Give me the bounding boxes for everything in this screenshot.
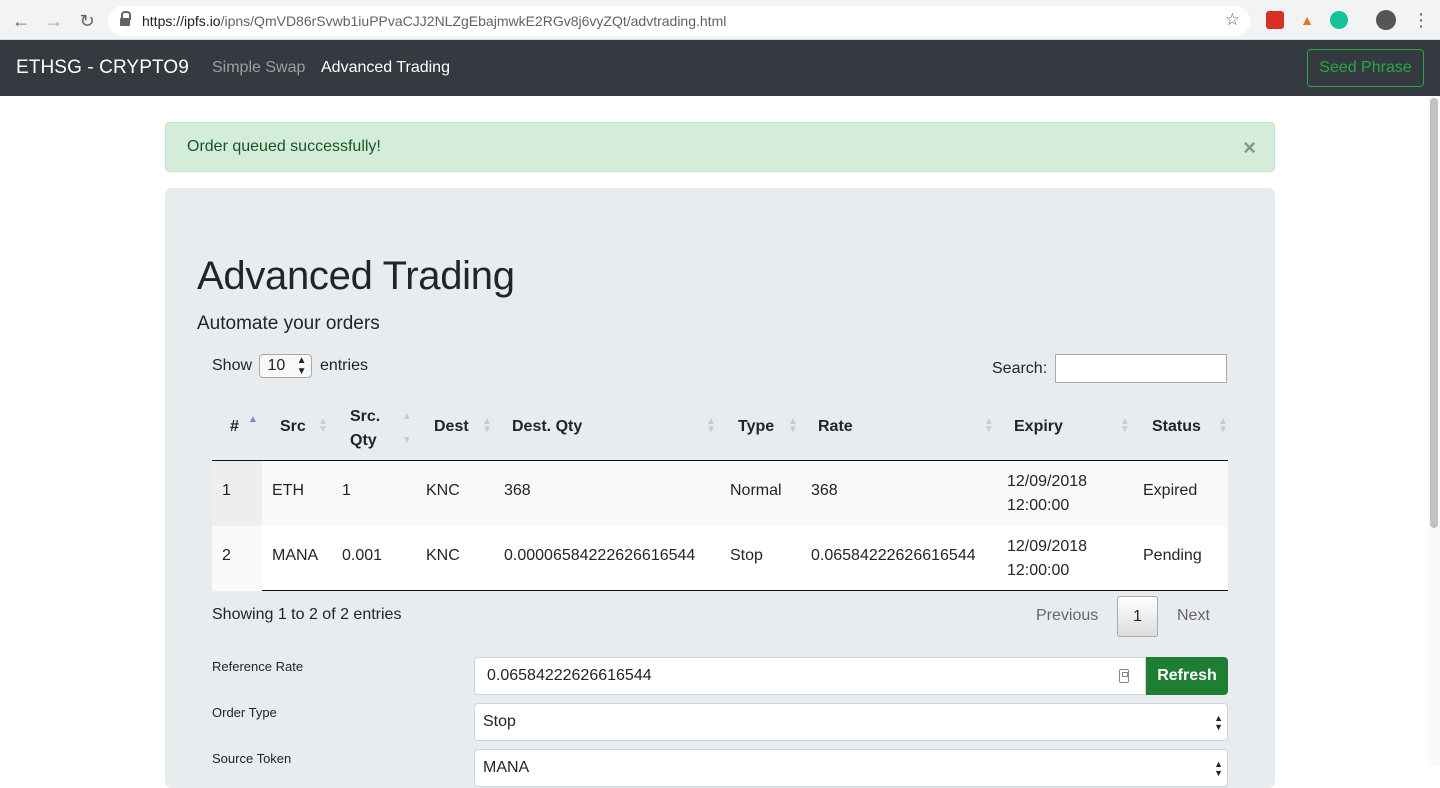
success-alert: Order queued successfully! × (165, 122, 1275, 172)
cell-type: Normal (730, 482, 782, 499)
seed-phrase-button[interactable]: Seed Phrase (1307, 49, 1424, 87)
avatar[interactable] (1376, 10, 1396, 30)
browser-toolbar: ← → ↻ https://ipfs.io/ipns/QmVD86rSvwb1i… (0, 0, 1440, 40)
close-icon[interactable]: × (1243, 135, 1256, 161)
cell-expiry: 12/09/2018 12:00:00 (1007, 473, 1088, 514)
sort-icon: ▲ ▼ (788, 416, 798, 435)
cell-number: 1 (222, 482, 231, 499)
url-text: https://ipfs.io/ipns/QmVD86rSvwb1iuPPvaC… (142, 13, 727, 29)
cell-dest-qty: 0.00006584222626616544 (504, 547, 696, 564)
navbar: ETHSG - CRYPTO9 Simple Swap Advanced Tra… (0, 40, 1440, 96)
cell-dest: KNC (426, 547, 460, 564)
cell-src-qty: 1 (342, 482, 351, 499)
column-header-dest[interactable]: Dest ▲ ▼ (416, 396, 494, 460)
column-header-dest-qty[interactable]: Dest. Qty ▲ ▼ (494, 396, 720, 460)
show-label: Show (212, 357, 253, 375)
grammarly-icon[interactable] (1330, 11, 1348, 29)
sort-icon: ▲ ▼ (984, 416, 994, 435)
lock-icon (120, 11, 131, 27)
table-row: 1 ETH 1 KNC 368 Normal 368 12/09/2018 12… (212, 461, 1228, 526)
sort-icon: ▲ ▼ (402, 411, 412, 446)
search-label: Search: (992, 360, 1048, 377)
metamask-fox-icon[interactable]: ▲ (1298, 11, 1316, 29)
source-token-select[interactable]: MANA ▲ ▼ (474, 749, 1228, 787)
cell-dest: KNC (426, 482, 460, 499)
table-header: # ▲ Src ▲ ▼ Src. Qty ▲ ▼ Dest ▲ ▼ Dest. Qty ▲ ▼ T… (212, 396, 1228, 461)
cell-src: ETH (272, 482, 304, 499)
sort-icon: ▲ ▼ (318, 416, 328, 435)
nav-advanced-trading[interactable]: Advanced Trading (321, 59, 450, 77)
calculator-icon (1119, 669, 1129, 683)
reload-icon[interactable]: ↻ (76, 10, 98, 32)
refresh-button[interactable]: Refresh (1146, 657, 1228, 695)
column-header-rate[interactable]: Rate ▲ ▼ (800, 396, 996, 460)
forward-arrow-icon[interactable]: → (43, 10, 65, 32)
reference-rate-input[interactable]: 0.06584222626616544 (474, 657, 1146, 695)
entries-label: entries (319, 357, 368, 375)
sorted-column-cell (212, 461, 262, 526)
entries-select[interactable]: 10 ▲ ▼ (259, 354, 313, 378)
sorted-column-cell (212, 526, 262, 591)
select-arrows-icon: ▲ ▼ (296, 355, 307, 377)
entries-length-control: Show 10 ▲ ▼ entries (212, 354, 368, 378)
alert-message: Order queued successfully! (187, 138, 381, 155)
cell-src-qty: 0.001 (342, 547, 383, 564)
sort-icon: ▲ ▼ (1218, 416, 1228, 435)
order-type-select[interactable]: Stop ▲ ▼ (474, 703, 1228, 741)
column-header-expiry[interactable]: Expiry ▲ ▼ (996, 396, 1132, 460)
column-header-src[interactable]: Src ▲ ▼ (262, 396, 340, 460)
column-header-src-qty[interactable]: Src. Qty ▲ ▼ (340, 396, 416, 460)
page-scrollbar[interactable] (1428, 96, 1440, 767)
cell-status: Pending (1143, 547, 1202, 564)
nav-simple-swap[interactable]: Simple Swap (212, 59, 305, 77)
pagination-page-1[interactable]: 1 (1117, 596, 1158, 637)
column-header-type[interactable]: Type ▲ ▼ (720, 396, 800, 460)
scrollbar-thumb[interactable] (1430, 98, 1438, 528)
pagination-next[interactable]: Next (1177, 607, 1210, 625)
cell-status: Expired (1143, 482, 1198, 499)
sort-icon: ▲ ▼ (706, 416, 716, 435)
reference-rate-label: Reference Rate (212, 659, 304, 674)
jumbotron: Advanced Trading Automate your orders Sh… (165, 188, 1275, 788)
table-info: Showing 1 to 2 of 2 entries (212, 606, 402, 623)
more-vertical-icon[interactable]: ⋮ (1412, 8, 1430, 32)
table-row: 2 MANA 0.001 KNC 0.00006584222626616544 … (212, 526, 1228, 591)
address-bar[interactable]: https://ipfs.io/ipns/QmVD86rSvwb1iuPPvaC… (108, 6, 1250, 36)
extension-icon[interactable] (1266, 11, 1284, 29)
search-input[interactable] (1055, 354, 1227, 383)
cell-expiry: 12/09/2018 12:00:00 (1007, 538, 1088, 579)
select-arrows-icon: ▲ ▼ (1214, 759, 1223, 778)
page-title: Advanced Trading (197, 254, 515, 298)
back-arrow-icon[interactable]: ← (10, 10, 32, 32)
source-token-label: Source Token (212, 751, 292, 766)
page-subtitle: Automate your orders (197, 313, 380, 334)
orders-table: # ▲ Src ▲ ▼ Src. Qty ▲ ▼ Dest ▲ ▼ Dest. Qty ▲ ▼ T… (212, 396, 1228, 591)
cell-number: 2 (222, 547, 231, 564)
bookmark-star-icon[interactable]: ☆ (1225, 10, 1240, 30)
sort-icon: ▲ ▼ (1120, 416, 1130, 435)
cell-src: MANA (272, 547, 319, 564)
cell-dest-qty: 368 (504, 482, 531, 499)
select-arrows-icon: ▲ ▼ (1214, 713, 1223, 732)
column-header-status[interactable]: Status ▲ ▼ (1132, 396, 1228, 460)
cell-rate: 0.06584222626616544 (811, 547, 976, 564)
order-type-label: Order Type (212, 705, 277, 720)
sort-icon: ▲ ▼ (482, 416, 492, 435)
column-header-number[interactable]: # ▲ (212, 396, 262, 460)
pagination-previous[interactable]: Previous (1036, 607, 1098, 625)
sort-asc-icon: ▲ (248, 414, 258, 425)
brand[interactable]: ETHSG - CRYPTO9 (16, 57, 189, 79)
cell-type: Stop (730, 547, 763, 564)
cell-rate: 368 (811, 482, 838, 499)
